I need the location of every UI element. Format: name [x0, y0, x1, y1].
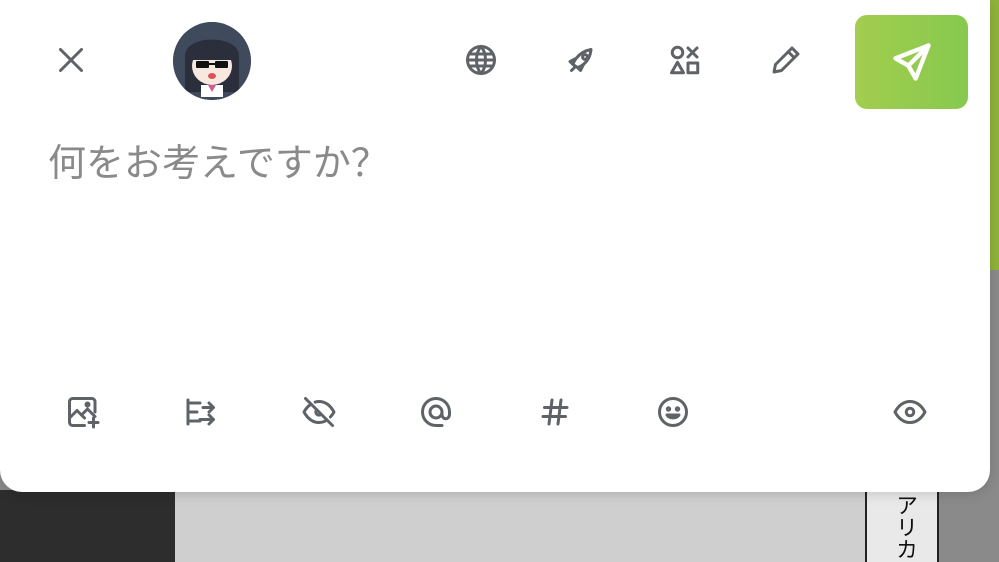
avatar-image [173, 22, 251, 100]
compose-modal [0, 0, 990, 492]
emoji-button[interactable] [649, 388, 697, 436]
list-arrow-icon [186, 398, 215, 426]
mention-button[interactable] [412, 388, 460, 436]
eye-off-icon [302, 397, 336, 427]
boost-button[interactable] [558, 36, 606, 84]
shapes-icon [670, 45, 700, 75]
at-icon [421, 397, 451, 427]
preview-button[interactable] [886, 388, 934, 436]
widgets-button[interactable] [661, 36, 709, 84]
background-wall [175, 490, 865, 562]
visibility-public-button[interactable] [457, 36, 505, 84]
globe-icon [466, 45, 496, 75]
pencil-icon [772, 46, 800, 74]
image-add-icon [68, 397, 100, 429]
close-button[interactable] [47, 36, 95, 84]
compose-input[interactable] [46, 130, 950, 334]
rocket-icon [568, 48, 593, 72]
close-icon [59, 48, 83, 72]
send-icon [892, 43, 931, 81]
attach-image-button[interactable] [59, 388, 107, 436]
post-button[interactable] [855, 15, 968, 109]
eye-icon [893, 400, 927, 424]
avatar[interactable] [173, 22, 251, 100]
background-dark-panel [0, 490, 175, 562]
hashtag-icon [541, 398, 569, 426]
content-warning-button[interactable] [295, 388, 343, 436]
poll-button[interactable] [176, 388, 224, 436]
hashtag-button[interactable] [531, 388, 579, 436]
edit-button[interactable] [762, 36, 810, 84]
background-sign-text: アリカ [892, 494, 917, 560]
emoji-icon [658, 397, 688, 427]
